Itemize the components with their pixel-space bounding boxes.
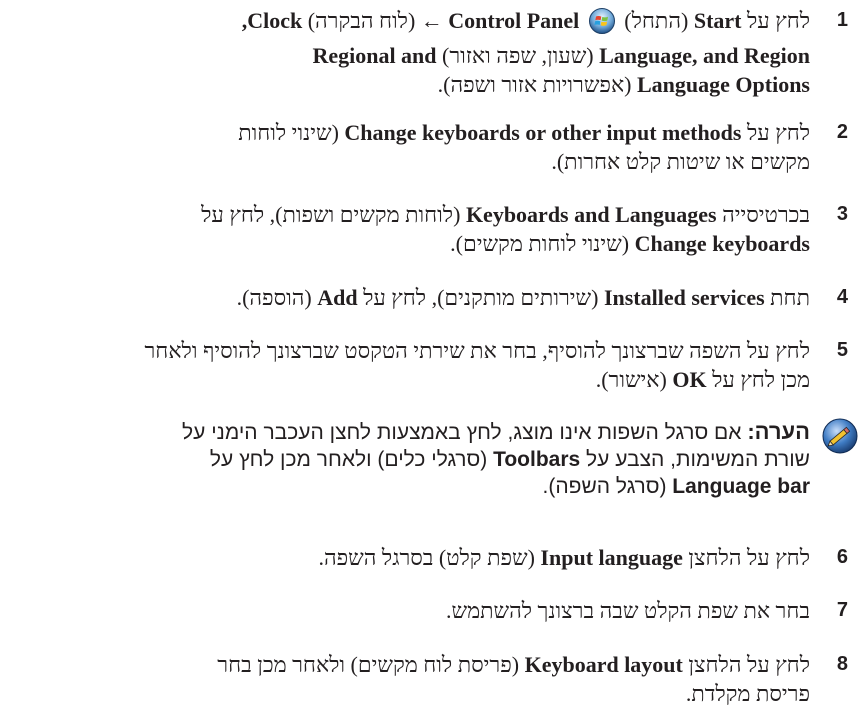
note-label: הערה: [747, 419, 810, 444]
step-line: בחר את שפת הקלט שבה ברצונך להשתמש. [446, 598, 810, 623]
step-line: לחץ על Change keyboards or other input m… [238, 120, 810, 145]
step-line: Change keyboards (שינוי לוחות מקשים). [450, 231, 810, 256]
step-number: 4 [836, 286, 848, 308]
step-text: לחץ על Start (התחל) Control Panel ← (לוח… [242, 6, 810, 99]
note-pencil-icon [822, 418, 858, 459]
note-line: שורת המשימות, הצבע על Toolbars (סרגלי כל… [209, 448, 810, 471]
step-line: מקשים או שיטות קלט אחרות). [551, 149, 810, 174]
step-number: 2 [836, 121, 848, 143]
note-text: הערה: אם סרגל השפות אינו מוצג, לחץ באמצע… [182, 418, 810, 500]
step-line: Language, and Region (שעון, שפה ואזור) R… [312, 43, 810, 68]
step-number: 5 [836, 339, 848, 361]
step-line: פריסת מקלדת. [685, 681, 810, 706]
step-line: תחת Installed services (שירותים מותקנים)… [236, 285, 810, 310]
step-line: בכרטיסייה Keyboards and Languages (לוחות… [201, 202, 810, 227]
note-line: Language bar (סרגל השפה). [542, 475, 810, 498]
step-number: 1 [836, 9, 848, 31]
step-number: 6 [836, 546, 848, 568]
step-line: לחץ על Start (התחל) Control Panel ← (לוח… [242, 6, 810, 41]
step-line: מכן לחץ על OK (אישור). [595, 367, 810, 392]
step-number: 8 [836, 653, 848, 675]
step-text: לחץ על Change keyboards or other input m… [238, 118, 810, 176]
note-line: הערה: אם סרגל השפות אינו מוצג, לחץ באמצע… [182, 419, 810, 444]
step-line: לחץ על הלחצן Keyboard layout (פריסת לוח … [217, 652, 810, 677]
step-line: Language Options (אפשרויות אזור ושפה). [437, 72, 810, 97]
step-number: 3 [836, 203, 848, 225]
document-page: 1 לחץ על Start (התחל) Control Panel ← (ל… [0, 0, 858, 716]
windows-start-icon [588, 8, 615, 41]
step-text: בחר את שפת הקלט שבה ברצונך להשתמש. [446, 596, 810, 625]
step-text: בכרטיסייה Keyboards and Languages (לוחות… [201, 200, 810, 258]
step-line: לחץ על הלחצן Input language (שפת קלט) בס… [318, 545, 811, 570]
step-text: תחת Installed services (שירותים מותקנים)… [237, 283, 810, 312]
step-text: לחץ על הלחצן Input language (שפת קלט) בס… [319, 543, 811, 572]
step-line: לחץ על השפה שברצונך להוסיף, בחר את שירתי… [144, 338, 811, 363]
step-text: לחץ על השפה שברצונך להוסיף, בחר את שירתי… [145, 336, 811, 394]
step-text: לחץ על הלחצן Keyboard layout (פריסת לוח … [217, 650, 810, 708]
step-number: 7 [836, 599, 848, 621]
